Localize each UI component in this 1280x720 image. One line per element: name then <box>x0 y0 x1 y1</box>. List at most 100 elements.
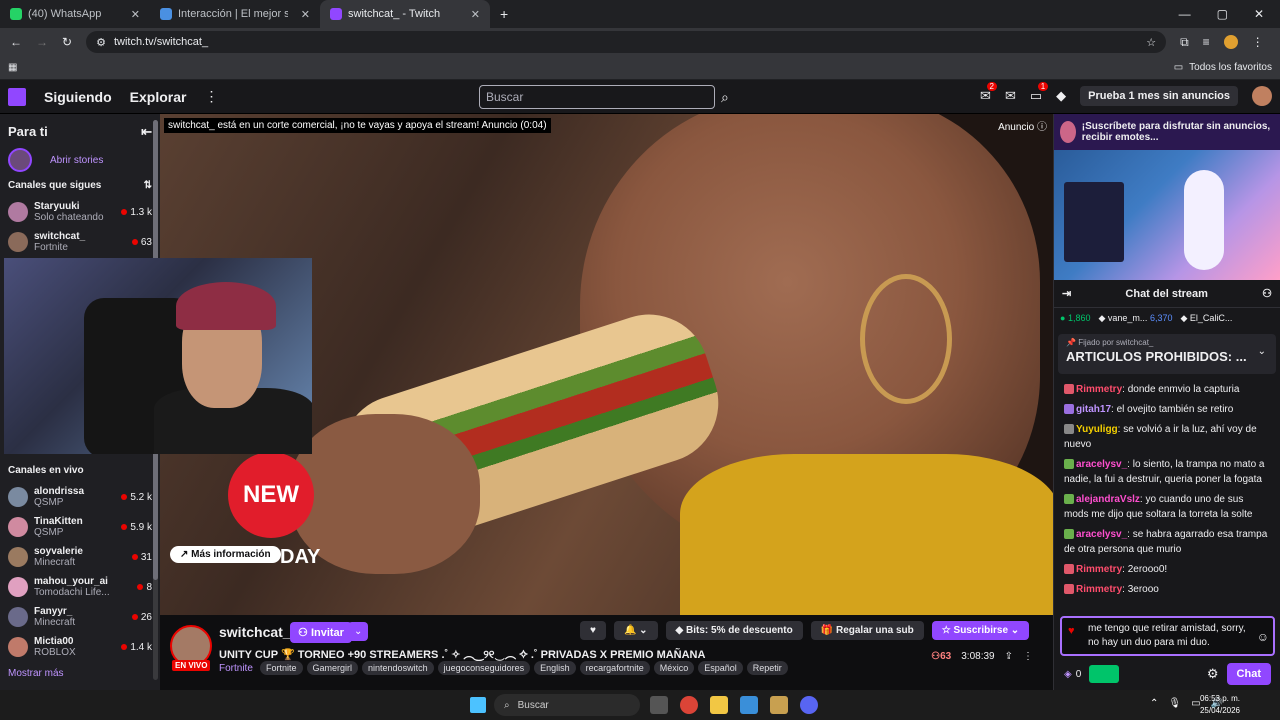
tag[interactable]: México <box>653 661 695 675</box>
close-icon[interactable]: ✕ <box>131 8 140 21</box>
close-icon[interactable]: ✕ <box>471 8 480 21</box>
chat-input[interactable]: ♥ me tengo que retirar amistad, sorry, n… <box>1060 616 1275 656</box>
sub-promo[interactable]: ¡Suscríbete para disfrutar sin anuncios,… <box>1054 114 1280 150</box>
invite-dropdown-icon[interactable]: ⌄ <box>348 622 369 641</box>
browser-tab-interaccion[interactable]: Interacción | El mejor softw ✕ <box>150 0 320 28</box>
nav-browse[interactable]: Explorar <box>130 89 187 105</box>
close-window-icon[interactable]: ✕ <box>1254 7 1264 21</box>
taskbar-search[interactable]: ⌕ Buscar <box>494 694 640 716</box>
share-icon[interactable]: ⇪ <box>1005 651 1013 662</box>
browser-tab-whatsapp[interactable]: (40) WhatsApp ✕ <box>0 0 150 28</box>
forward-icon[interactable]: → <box>36 35 48 49</box>
gift-box-icon[interactable] <box>1089 665 1120 683</box>
chat-username[interactable]: Yuyuligg <box>1076 424 1118 435</box>
new-tab-button[interactable]: + <box>490 6 518 22</box>
notifications-icon[interactable]: ▭ 1 <box>1030 82 1049 104</box>
more-icon[interactable]: ⋮ <box>204 88 218 105</box>
tag[interactable]: nintendoswitch <box>362 661 434 675</box>
chat-ad-image[interactable] <box>1054 150 1280 280</box>
file-explorer-icon[interactable] <box>710 696 728 714</box>
send-chat-button[interactable]: Chat <box>1226 663 1271 685</box>
sidebar-channel[interactable]: alondrissa QSMP 5.2 k <box>0 482 160 512</box>
extensions-icon[interactable]: ⧉ <box>1180 35 1189 50</box>
sidebar-channel[interactable]: soyvalerie Minecraft 31 <box>0 542 160 572</box>
info-icon[interactable]: ⓘ <box>1037 122 1047 133</box>
facebook-icon[interactable] <box>740 696 758 714</box>
collapse-icon[interactable]: ⇤ <box>141 124 152 140</box>
invite-button[interactable]: ⚇ Invitar <box>290 622 352 643</box>
tag[interactable]: juegoconseguidores <box>437 661 531 675</box>
show-more-link[interactable]: Mostrar más <box>0 662 160 685</box>
taskbar-clock[interactable]: 06:53 p. m. 25/04/2026 <box>1200 693 1240 717</box>
bits-icon[interactable]: ◆ <box>1056 88 1066 104</box>
more-options-icon[interactable]: ⋮ <box>1023 651 1033 662</box>
search-icon[interactable]: ⌕ <box>721 89 729 106</box>
chat-username[interactable]: Rimmetry <box>1076 384 1122 395</box>
chevron-down-icon[interactable]: ⌄ <box>1258 346 1266 357</box>
chat-username[interactable]: Rimmetry <box>1076 584 1122 595</box>
tag[interactable]: Repetir <box>746 661 788 675</box>
prime-button[interactable]: Prueba 1 mes sin anuncios <box>1080 86 1238 106</box>
tag[interactable]: Español <box>698 661 743 675</box>
channel-name[interactable]: switchcat_ <box>219 624 291 640</box>
minimize-icon[interactable]: — <box>1179 7 1191 21</box>
windows-start-icon[interactable] <box>470 697 486 713</box>
tag[interactable]: recargafortnite <box>579 661 650 675</box>
sidebar-channel[interactable]: Staryuuki Solo chateando 1.3 k <box>0 197 160 227</box>
back-icon[interactable]: ← <box>10 35 22 49</box>
maximize-icon[interactable]: ▢ <box>1217 7 1228 21</box>
sidebar-channel[interactable]: switchcat_ Fortnite 63 <box>0 227 160 257</box>
browser-tab-twitch[interactable]: switchcat_ - Twitch ✕ <box>320 0 490 28</box>
channel-points[interactable]: ◈ 0 <box>1064 669 1081 680</box>
chat-username[interactable]: alejandraVslz <box>1076 494 1140 505</box>
user-avatar[interactable] <box>1252 86 1272 106</box>
sidebar-channel[interactable]: TinaKitten QSMP 5.9 k <box>0 512 160 542</box>
more-info-button[interactable]: ↗ Más información <box>170 546 281 563</box>
notification-bell-icon[interactable]: 🔔 ⌄ <box>613 621 658 640</box>
tag[interactable]: Gamergirl <box>306 661 359 675</box>
game-link[interactable]: Fortnite <box>219 663 253 674</box>
task-view-icon[interactable] <box>650 696 668 714</box>
microphone-icon[interactable]: 🎙 <box>1168 698 1181 709</box>
address-bar[interactable]: ⚙ twitch.tv/switchcat_ ☆ <box>86 31 1167 53</box>
follow-heart-icon[interactable]: ♥ <box>580 621 606 640</box>
inbox-icon[interactable]: ✉ <box>1005 88 1016 104</box>
chat-settings-icon[interactable]: ⚙ <box>1207 666 1219 682</box>
ad-label[interactable]: Anuncio ⓘ <box>998 118 1047 133</box>
leader-entry[interactable]: ◆ vane_m... 6,370 <box>1098 313 1172 324</box>
drops-icon[interactable]: ✉ 2 <box>980 82 997 104</box>
browser-menu-icon[interactable]: ⋮ <box>1252 35 1264 49</box>
search-input[interactable]: Buscar <box>479 85 715 109</box>
sidebar-channel[interactable]: mahou_your_ai Tomodachi Life... 8 <box>0 572 160 602</box>
leader-entry[interactable]: ● 1,860 <box>1060 313 1090 323</box>
emote-picker-icon[interactable]: ☺ <box>1257 630 1269 644</box>
profile-avatar[interactable] <box>1223 35 1238 49</box>
subscribe-button[interactable]: ☆ Suscribirse ⌄ <box>931 621 1030 640</box>
bits-discount-button[interactable]: ◆ Bits: 5% de descuento <box>665 621 803 640</box>
chat-username[interactable]: aracelysv_ <box>1076 459 1127 470</box>
pinned-message[interactable]: 📌 Fijado por switchcat_ ARTICULOS PROHIB… <box>1058 334 1276 374</box>
reload-icon[interactable]: ↻ <box>62 35 72 49</box>
apps-icon[interactable]: ▦ <box>8 62 17 73</box>
tag[interactable]: English <box>534 661 576 675</box>
app-icon[interactable] <box>770 696 788 714</box>
tray-chevron-icon[interactable]: ⌃ <box>1150 698 1158 709</box>
chat-username[interactable]: aracelysv_ <box>1076 529 1127 540</box>
chat-username[interactable]: Rimmetry <box>1076 564 1122 575</box>
collapse-chat-icon[interactable]: ⇥ <box>1062 287 1071 300</box>
discord-icon[interactable] <box>800 696 818 714</box>
all-bookmarks[interactable]: ▭ Todos los favoritos <box>1174 62 1272 73</box>
twitch-logo-icon[interactable] <box>8 87 26 106</box>
site-info-icon[interactable]: ⚙ <box>96 36 106 49</box>
chat-username[interactable]: gitah17 <box>1076 404 1111 415</box>
chrome-icon[interactable] <box>680 696 698 714</box>
sidebar-channel[interactable]: Fanyyr_ Minecraft 26 <box>0 602 160 632</box>
bookmark-star-icon[interactable]: ☆ <box>1146 36 1156 49</box>
nav-following[interactable]: Siguiendo <box>44 89 112 105</box>
leader-entry[interactable]: ◆ El_CaliC... <box>1180 313 1232 324</box>
close-icon[interactable]: ✕ <box>301 8 310 21</box>
sort-icon[interactable]: ⇅ <box>144 180 152 191</box>
sidebar-channel[interactable]: Mictia00 ROBLOX 1.4 k <box>0 632 160 662</box>
media-icon[interactable]: ≡ <box>1203 35 1210 49</box>
users-icon[interactable]: ⚇ <box>1262 287 1272 300</box>
